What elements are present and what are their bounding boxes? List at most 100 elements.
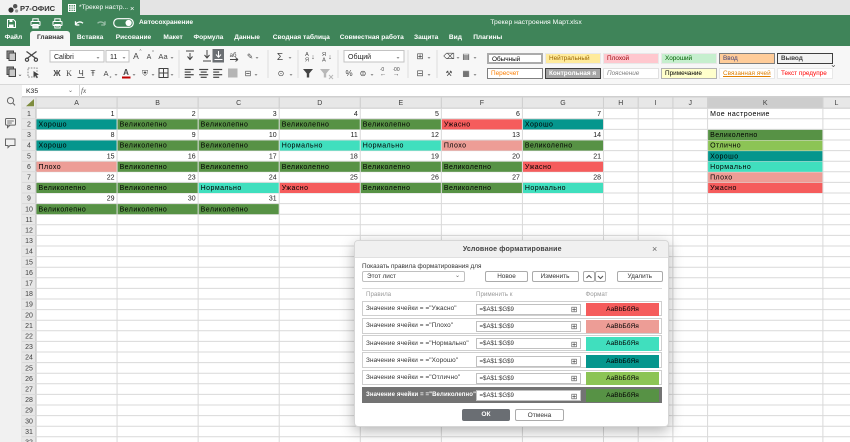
svg-text:J: J — [688, 100, 692, 107]
svg-text:Великолепно: Великолепно — [201, 122, 249, 129]
svg-text:Хорошо: Хорошо — [710, 153, 738, 160]
svg-text:⌄: ⌄ — [113, 72, 118, 78]
svg-text:Великолепно: Великолепно — [710, 132, 758, 139]
svg-text:Отлично: Отлично — [710, 143, 741, 150]
svg-text:2: 2 — [27, 122, 31, 129]
svg-text:29: 29 — [107, 196, 115, 203]
svg-text:31: 31 — [269, 196, 277, 203]
svg-text:Великолепно: Великолепно — [201, 143, 249, 150]
svg-text:⌄: ⌄ — [95, 55, 100, 61]
svg-text:31: 31 — [25, 429, 33, 436]
svg-text:Ж: Ж — [52, 69, 61, 78]
svg-text:⌄: ⌄ — [254, 55, 259, 61]
svg-text:Σ: Σ — [277, 52, 283, 63]
svg-text:Хорошо: Хорошо — [39, 143, 67, 150]
svg-text:22: 22 — [25, 334, 33, 341]
svg-text:⌄: ⌄ — [169, 72, 174, 78]
svg-text:19: 19 — [25, 302, 33, 309]
svg-text:17: 17 — [269, 153, 277, 160]
svg-text:12: 12 — [25, 228, 33, 235]
svg-text:Хорошо: Хорошо — [39, 122, 67, 129]
svg-text:15: 15 — [25, 259, 33, 266]
svg-text:10: 10 — [25, 206, 33, 213]
svg-text:Великолепно: Великолепно — [282, 122, 330, 129]
svg-text:Великолепно: Великолепно — [39, 185, 87, 192]
svg-text:Великолепно: Великолепно — [525, 143, 573, 150]
svg-text:⌄: ⌄ — [121, 55, 126, 61]
svg-text:⛨: ⛨ — [142, 69, 148, 78]
svg-text:25: 25 — [350, 175, 358, 182]
svg-text:Аа: Аа — [158, 52, 168, 61]
svg-text:4: 4 — [27, 143, 31, 150]
svg-text:D: D — [317, 100, 322, 107]
svg-text:А: А — [147, 54, 152, 61]
svg-text:Плохо: Плохо — [39, 164, 62, 171]
svg-text:16: 16 — [25, 270, 33, 277]
svg-text:Я: Я — [305, 58, 309, 64]
svg-text:H: H — [618, 100, 623, 107]
svg-text:9: 9 — [27, 196, 31, 203]
svg-text:26: 26 — [25, 376, 33, 383]
svg-text:⌄: ⌄ — [369, 72, 374, 78]
svg-text:25: 25 — [25, 365, 33, 372]
svg-text:24: 24 — [25, 355, 33, 362]
svg-text:16: 16 — [188, 153, 196, 160]
svg-text:8: 8 — [27, 185, 31, 192]
svg-text:6: 6 — [516, 111, 520, 118]
svg-text:1: 1 — [111, 111, 115, 118]
svg-text:21: 21 — [593, 153, 601, 160]
svg-text:11: 11 — [350, 132, 357, 139]
svg-text:⌄: ⌄ — [150, 72, 155, 78]
svg-text:Ужасно: Ужасно — [710, 185, 737, 192]
svg-text:⌄: ⌄ — [455, 55, 460, 61]
svg-text:Мое настроение: Мое настроение — [710, 111, 770, 118]
svg-text:5: 5 — [435, 111, 439, 118]
svg-text:K: K — [66, 69, 72, 78]
svg-text:Плохо: Плохо — [444, 143, 467, 150]
svg-text:23: 23 — [25, 344, 33, 351]
svg-text:Великолепно: Великолепно — [120, 206, 168, 213]
svg-text:21: 21 — [25, 323, 33, 330]
svg-text:Великолепно: Великолепно — [363, 122, 411, 129]
svg-text:29: 29 — [25, 408, 33, 415]
svg-text:30: 30 — [188, 196, 196, 203]
svg-text:G: G — [560, 100, 565, 107]
svg-text:Великолепно: Великолепно — [363, 185, 411, 192]
svg-text:ˇ: ˇ — [152, 52, 154, 58]
svg-text:Великолепно: Великолепно — [39, 206, 87, 213]
svg-text:Нормально: Нормально — [282, 143, 323, 150]
svg-text:E: E — [398, 100, 403, 107]
svg-text:Великолепно: Великолепно — [363, 164, 411, 171]
svg-text:Великолепно: Великолепно — [201, 206, 249, 213]
svg-text:⚒: ⚒ — [446, 69, 453, 78]
svg-text:K: K — [763, 100, 768, 107]
svg-text:20: 20 — [512, 153, 520, 160]
svg-text:10: 10 — [269, 132, 277, 139]
svg-text:Великолепно: Великолепно — [120, 164, 168, 171]
svg-text:28: 28 — [593, 175, 601, 182]
svg-text:Ужасно: Ужасно — [282, 185, 309, 192]
svg-text:А: А — [322, 58, 326, 64]
svg-text:⌄: ⌄ — [472, 72, 477, 78]
svg-text:27: 27 — [512, 175, 520, 182]
svg-text:Хорошо: Хорошо — [525, 122, 553, 129]
svg-text:%: % — [345, 69, 352, 78]
svg-text:9: 9 — [192, 132, 196, 139]
svg-text:1: 1 — [27, 111, 31, 118]
svg-text:⌄: ⌄ — [253, 72, 258, 78]
svg-text:4: 4 — [354, 111, 358, 118]
svg-text:⊙: ⊙ — [278, 69, 285, 78]
svg-text:⌫: ⌫ — [443, 52, 454, 61]
svg-text:18: 18 — [25, 291, 33, 298]
svg-text:Великолепно: Великолепно — [120, 185, 168, 192]
svg-text:Великолепно: Великолепно — [120, 122, 168, 129]
svg-text:⌄: ⌄ — [131, 72, 136, 78]
svg-text:↓: ↓ — [328, 54, 332, 61]
svg-text:11: 11 — [25, 217, 32, 224]
svg-text:19: 19 — [431, 153, 439, 160]
svg-text:⊜: ⊜ — [360, 69, 367, 78]
svg-text:·0: ·0 — [380, 67, 385, 73]
svg-text:20: 20 — [25, 312, 33, 319]
svg-text:⊞: ⊞ — [416, 51, 423, 61]
svg-text:30: 30 — [25, 418, 33, 425]
